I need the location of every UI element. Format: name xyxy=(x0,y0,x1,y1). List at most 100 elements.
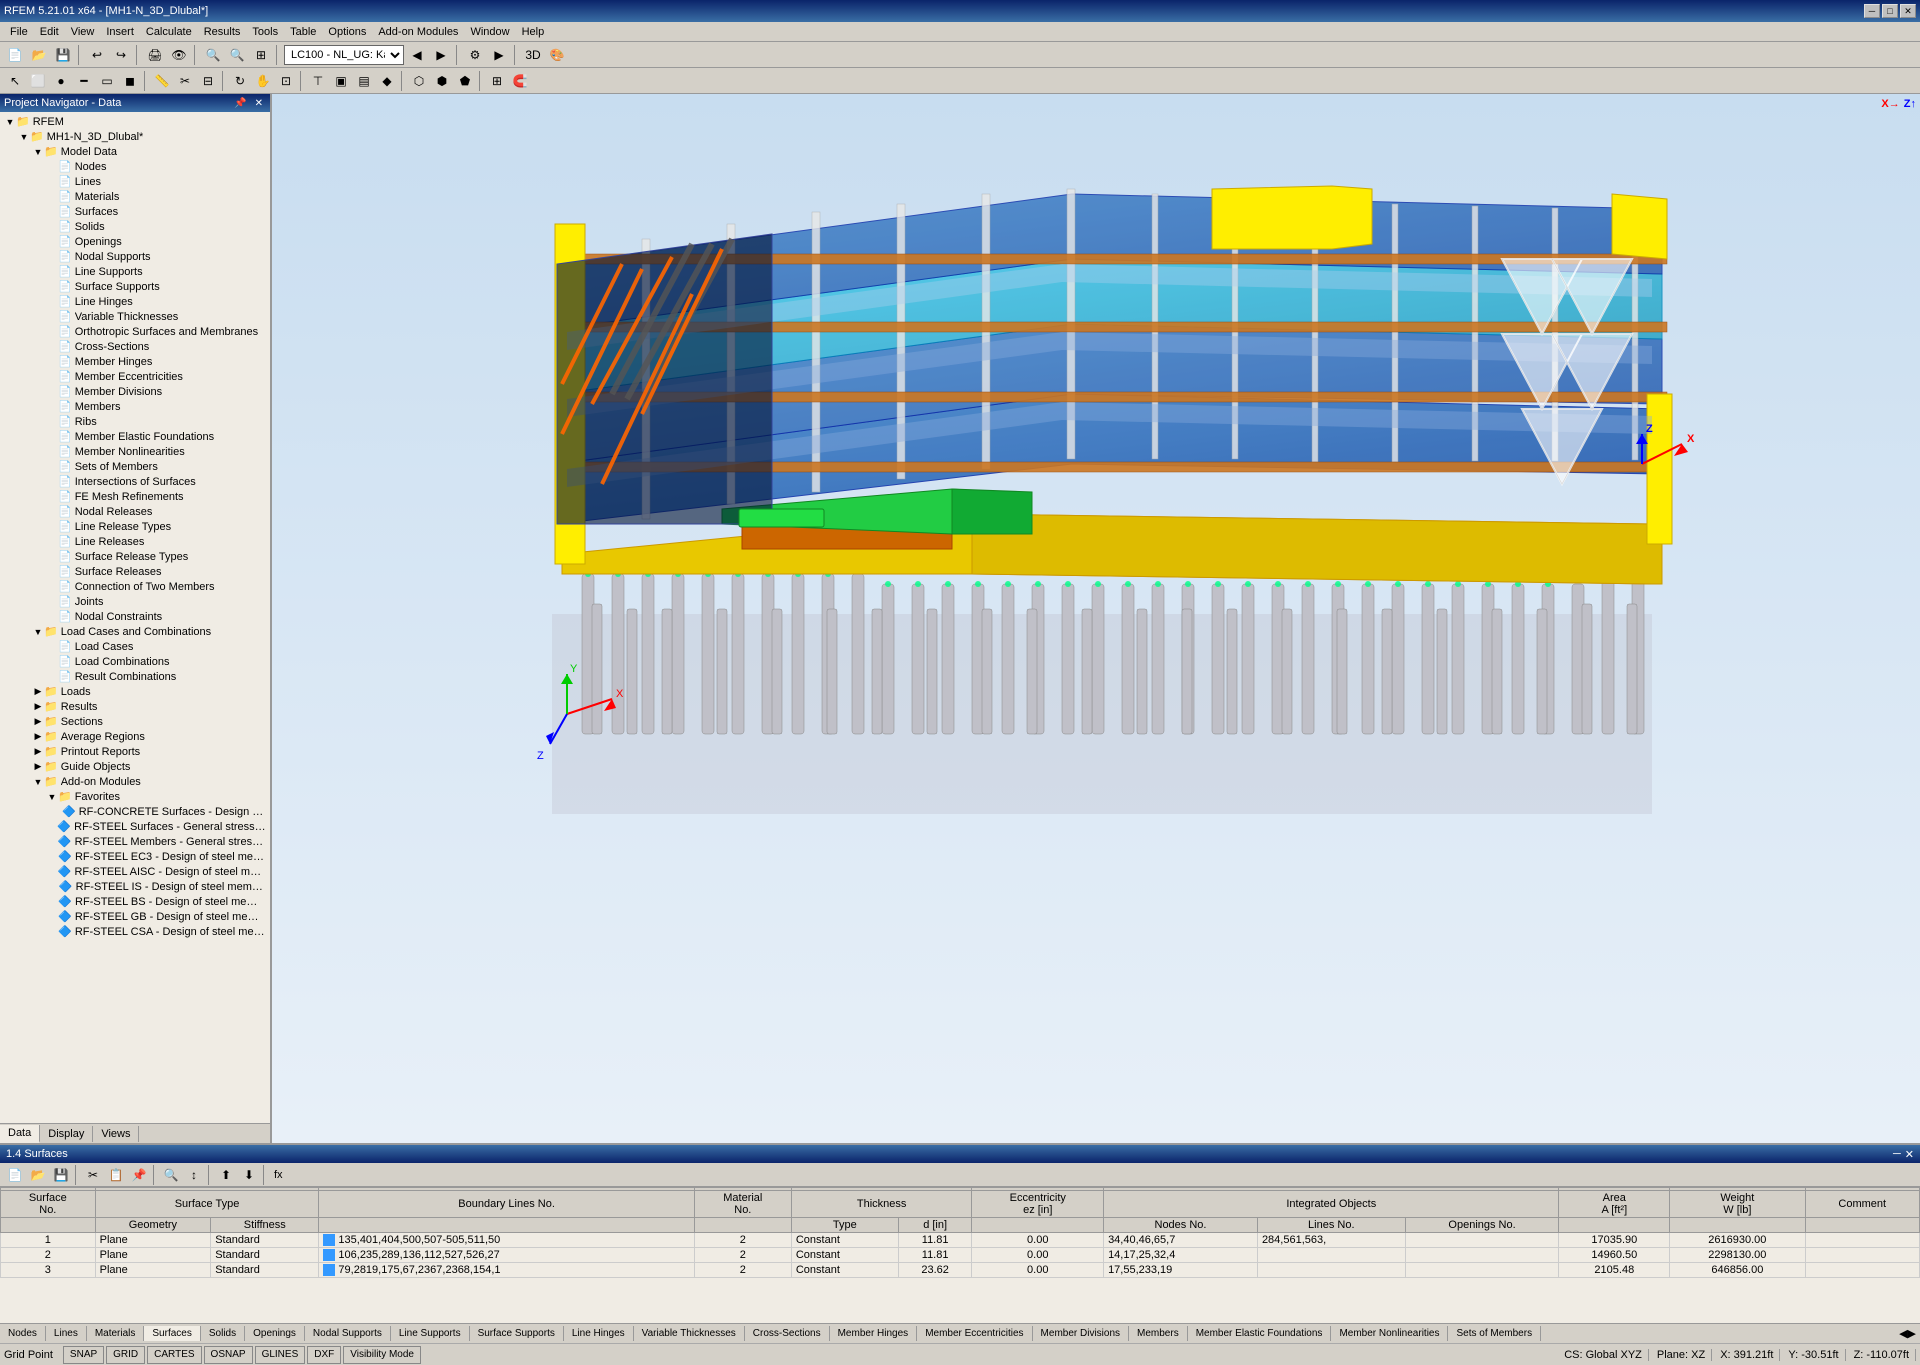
tb2-wireframe[interactable]: ⬡ xyxy=(408,70,430,92)
tab-lines[interactable]: Lines xyxy=(46,1326,87,1341)
tree-item-54[interactable]: 🔷RF-STEEL CSA - Design of steel members … xyxy=(2,924,268,939)
tree-item-34[interactable]: ▼📁Load Cases and Combinations xyxy=(2,624,268,639)
th-type[interactable]: Type xyxy=(791,1218,898,1233)
tb2-surface[interactable]: ▭ xyxy=(96,70,118,92)
tree-item-51[interactable]: 🔷RF-STEEL IS - Design of steel members a… xyxy=(2,879,268,894)
tree-item-47[interactable]: 🔷RF-STEEL Surfaces - General stress anal… xyxy=(2,819,268,834)
tree-item-32[interactable]: 📄Joints xyxy=(2,594,268,609)
tt-export[interactable]: ⬆ xyxy=(215,1164,237,1186)
table-row-0[interactable]: 1PlaneStandard135,401,404,500,507-505,51… xyxy=(1,1233,1920,1248)
tb-run[interactable]: ▶ xyxy=(488,44,510,66)
th-d-in[interactable]: d [in] xyxy=(898,1218,972,1233)
tree-item-31[interactable]: 📄Connection of Two Members xyxy=(2,579,268,594)
tb2-measure[interactable]: 📏 xyxy=(151,70,173,92)
bottom-panel-minimize[interactable]: ─ xyxy=(1893,1148,1901,1161)
tree-item-26[interactable]: 📄Nodal Releases xyxy=(2,504,268,519)
tb-prev[interactable]: ◀ xyxy=(406,44,428,66)
th-material[interactable]: MaterialNo. xyxy=(694,1191,791,1218)
tree-item-28[interactable]: 📄Line Releases xyxy=(2,534,268,549)
maximize-button[interactable]: □ xyxy=(1882,4,1898,18)
tree-item-50[interactable]: 🔷RF-STEEL AISC - Design of steel members… xyxy=(2,864,268,879)
tb2-snap[interactable]: 🧲 xyxy=(509,70,531,92)
tb-new[interactable]: 📄 xyxy=(4,44,26,66)
tab-scroll-right[interactable]: ▶ xyxy=(1908,1327,1916,1340)
tree-item-40[interactable]: ▶📁Sections xyxy=(2,714,268,729)
tb2-pan[interactable]: ✋ xyxy=(252,70,274,92)
tb2-section[interactable]: ✂ xyxy=(174,70,196,92)
tree-item-39[interactable]: ▶📁Results xyxy=(2,699,268,714)
tree-item-35[interactable]: 📄Load Cases xyxy=(2,639,268,654)
menu-options[interactable]: Options xyxy=(322,24,372,40)
th-integrated[interactable]: Integrated Objects xyxy=(1104,1191,1559,1218)
viewport[interactable]: Visibility mode xyxy=(272,94,1920,1143)
tree-item-3[interactable]: 📄Nodes xyxy=(2,159,268,174)
tree-item-53[interactable]: 🔷RF-STEEL GB - Design of steel members a… xyxy=(2,909,268,924)
tab-materials[interactable]: Materials xyxy=(87,1326,145,1341)
tab-sets-members[interactable]: Sets of Members xyxy=(1448,1326,1541,1341)
close-button[interactable]: ✕ xyxy=(1900,4,1916,18)
tab-line-hinges[interactable]: Line Hinges xyxy=(564,1326,634,1341)
tree-item-11[interactable]: 📄Surface Supports xyxy=(2,279,268,294)
th-stiffness[interactable]: Stiffness xyxy=(211,1218,319,1233)
glines-btn[interactable]: GLINES xyxy=(255,1346,306,1364)
tab-scroll-left[interactable]: ◀ xyxy=(1899,1327,1907,1340)
menu-help[interactable]: Help xyxy=(516,24,551,40)
tt-save[interactable]: 💾 xyxy=(50,1164,72,1186)
cartes-btn[interactable]: CARTES xyxy=(147,1346,201,1364)
tree-item-12[interactable]: 📄Line Hinges xyxy=(2,294,268,309)
tree-item-15[interactable]: 📄Cross-Sections xyxy=(2,339,268,354)
tb2-rotate[interactable]: ↻ xyxy=(229,70,251,92)
minimize-button[interactable]: ─ xyxy=(1864,4,1880,18)
tree-item-44[interactable]: ▼📁Add-on Modules xyxy=(2,774,268,789)
tab-surface-supports[interactable]: Surface Supports xyxy=(470,1326,564,1341)
tb2-cut[interactable]: ⊟ xyxy=(197,70,219,92)
tb-render[interactable]: 🎨 xyxy=(546,44,568,66)
menu-file[interactable]: File xyxy=(4,24,34,40)
tb-calc[interactable]: ⚙ xyxy=(464,44,486,66)
tb-undo[interactable]: ↩ xyxy=(86,44,108,66)
tree-item-36[interactable]: 📄Load Combinations xyxy=(2,654,268,669)
tb-zoom-out[interactable]: 🔍 xyxy=(226,44,248,66)
th-openings-no[interactable]: Openings No. xyxy=(1405,1218,1559,1233)
tree-item-30[interactable]: 📄Surface Releases xyxy=(2,564,268,579)
tab-cross-sections[interactable]: Cross-Sections xyxy=(745,1326,830,1341)
tt-copy[interactable]: 📋 xyxy=(105,1164,127,1186)
tb-open[interactable]: 📂 xyxy=(28,44,50,66)
th-surface-no[interactable]: SurfaceNo. xyxy=(1,1191,96,1218)
tree-item-29[interactable]: 📄Surface Release Types xyxy=(2,549,268,564)
tree-item-46[interactable]: 🔷RF-CONCRETE Surfaces - Design of concre… xyxy=(2,804,268,819)
tb2-grid[interactable]: ⊞ xyxy=(486,70,508,92)
menu-addon[interactable]: Add-on Modules xyxy=(372,24,464,40)
tree-item-41[interactable]: ▶📁Average Regions xyxy=(2,729,268,744)
tb-zoom-in[interactable]: 🔍 xyxy=(202,44,224,66)
tab-variable-thick[interactable]: Variable Thicknesses xyxy=(634,1326,745,1341)
tree-item-18[interactable]: 📄Member Divisions xyxy=(2,384,268,399)
tb2-view-3d[interactable]: ◆ xyxy=(376,70,398,92)
th-weight[interactable]: WeightW [lb] xyxy=(1670,1191,1805,1218)
table-row-1[interactable]: 2PlaneStandard106,235,289,136,112,527,52… xyxy=(1,1248,1920,1263)
th-nodes-no[interactable]: Nodes No. xyxy=(1104,1218,1258,1233)
th-eccentricity[interactable]: Eccentricityez [in] xyxy=(972,1191,1104,1218)
tree-item-43[interactable]: ▶📁Guide Objects xyxy=(2,759,268,774)
nav-close[interactable]: ✕ xyxy=(252,98,266,109)
load-combo[interactable]: LC100 - NL_UG: Kat-B xyxy=(284,45,404,65)
tab-line-supports[interactable]: Line Supports xyxy=(391,1326,470,1341)
nav-tab-views[interactable]: Views xyxy=(93,1126,139,1142)
tab-members[interactable]: Members xyxy=(1129,1326,1188,1341)
tb2-solid-view[interactable]: ⬢ xyxy=(431,70,453,92)
tree-item-48[interactable]: 🔷RF-STEEL Members - General stress analy… xyxy=(2,834,268,849)
tab-member-ef[interactable]: Member Elastic Foundations xyxy=(1188,1326,1332,1341)
th-thickness[interactable]: Thickness xyxy=(791,1191,972,1218)
tree-item-23[interactable]: 📄Sets of Members xyxy=(2,459,268,474)
tree-item-49[interactable]: 🔷RF-STEEL EC3 - Design of steel members … xyxy=(2,849,268,864)
tb-3d[interactable]: 3D xyxy=(522,44,544,66)
th-area[interactable]: AreaA [ft²] xyxy=(1559,1191,1670,1218)
tree-item-10[interactable]: 📄Line Supports xyxy=(2,264,268,279)
tt-paste[interactable]: 📌 xyxy=(128,1164,150,1186)
tb2-zoom-fit[interactable]: ⊡ xyxy=(275,70,297,92)
tree-item-45[interactable]: ▼📁Favorites xyxy=(2,789,268,804)
tree-item-19[interactable]: 📄Members xyxy=(2,399,268,414)
menu-table[interactable]: Table xyxy=(284,24,322,40)
th-surface-type[interactable]: Surface Type xyxy=(95,1191,319,1218)
tree-item-42[interactable]: ▶📁Printout Reports xyxy=(2,744,268,759)
